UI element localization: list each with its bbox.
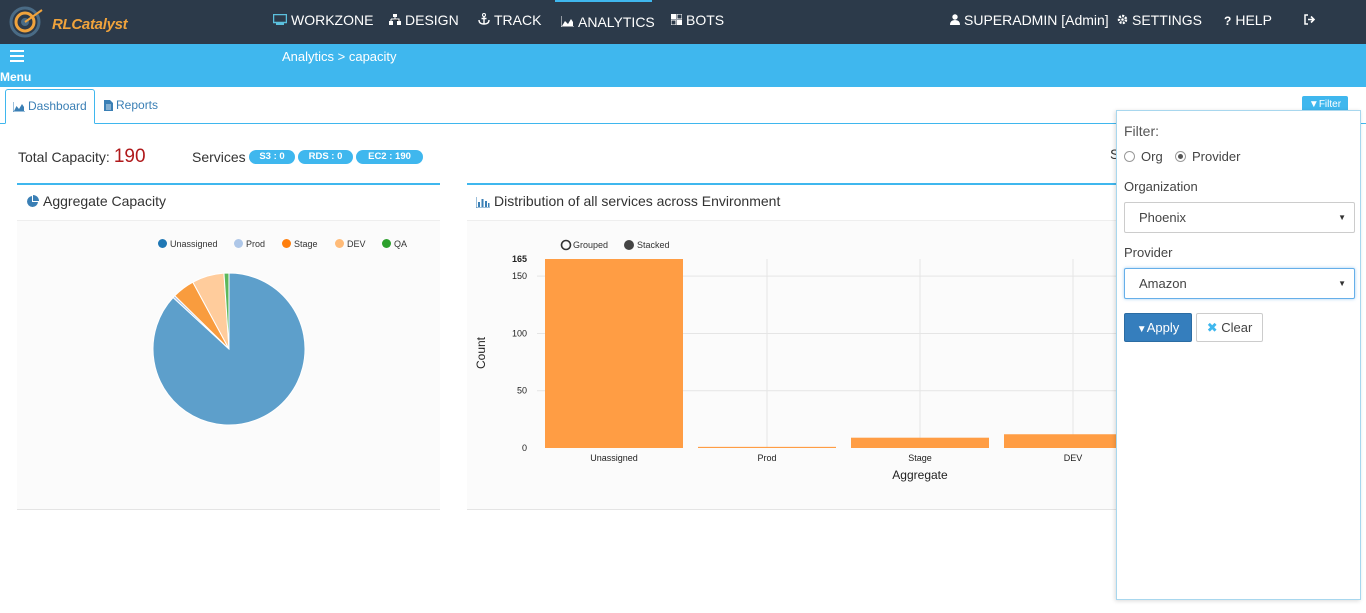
- radio-provider[interactable]: Provider: [1175, 149, 1240, 164]
- caret-down-icon: ▼: [1338, 279, 1346, 288]
- sub-header: Menu Analytics > capacity: [0, 44, 1366, 87]
- user-menu[interactable]: SUPERADMIN [Admin]: [950, 0, 1109, 44]
- distribution-panel: Distribution of all services across Envi…: [467, 183, 1117, 510]
- grid-icon: [671, 14, 682, 25]
- aggregate-title: Aggregate Capacity: [43, 193, 166, 209]
- gear-icon: [1117, 14, 1128, 25]
- bar-unassigned[interactable]: [545, 259, 683, 448]
- area-chart-icon: [12, 102, 25, 113]
- breadcrumb: Analytics > capacity: [282, 49, 397, 64]
- brand-logo[interactable]: RLCatalyst: [8, 5, 128, 39]
- radio-circle[interactable]: [1124, 151, 1135, 162]
- nav-design[interactable]: DESIGN: [389, 0, 459, 44]
- total-capacity-label: Total Capacity:: [18, 149, 110, 165]
- apply-button[interactable]: ▼Apply: [1124, 313, 1192, 342]
- nav-workzone[interactable]: WORKZONE: [273, 0, 373, 44]
- mode-label-stacked: Stacked: [637, 240, 670, 250]
- x-tick-label: DEV: [1064, 453, 1083, 463]
- distribution-title: Distribution of all services across Envi…: [494, 193, 781, 209]
- filter-title: Filter:: [1124, 123, 1159, 139]
- filter-icon: ▼: [1308, 99, 1319, 110]
- radio-grouped[interactable]: [560, 239, 572, 251]
- nav-track[interactable]: TRACK: [478, 0, 541, 44]
- top-navbar: RLCatalyst WORKZONE DESIGN TRACK ANALYTI…: [0, 0, 1366, 44]
- x-tick-label: Unassigned: [590, 453, 638, 463]
- anchor-icon: [478, 13, 490, 25]
- area-chart-icon: [561, 16, 574, 27]
- y-tick-label: 165: [512, 254, 527, 264]
- monitor-icon: [273, 14, 287, 25]
- y-axis-label: Count: [474, 336, 488, 369]
- tab-reports[interactable]: Reports: [97, 89, 165, 124]
- radio-org[interactable]: Org: [1124, 149, 1163, 164]
- provider-label: Provider: [1124, 245, 1173, 260]
- organization-select[interactable]: Phoenix ▼: [1124, 202, 1355, 233]
- file-icon: [104, 100, 113, 111]
- bar-prod[interactable]: [698, 446, 836, 448]
- nav-bots[interactable]: BOTS: [671, 0, 724, 44]
- sign-out-icon: [1304, 14, 1316, 25]
- x-axis-label: Aggregate: [892, 468, 948, 482]
- panel-header: Distribution of all services across Envi…: [467, 185, 1117, 221]
- filter-icon: ▼: [1136, 324, 1147, 335]
- x-tick-label: Stage: [908, 453, 932, 463]
- services-label: Services: [192, 149, 246, 165]
- organization-label: Organization: [1124, 179, 1198, 194]
- y-tick-label: 100: [512, 328, 527, 338]
- pie-chart-icon: [27, 195, 39, 207]
- badge-rds: RDS : 0: [298, 150, 353, 164]
- aggregate-capacity-panel: Aggregate Capacity Unassigned Prod Stage DE…: [17, 183, 440, 510]
- filter-panel: Filter: Org Provider Organization Phoeni…: [1116, 110, 1361, 600]
- bar-chart-icon: [475, 197, 490, 209]
- close-icon: ✖: [1206, 320, 1218, 335]
- pie-chart: [152, 272, 306, 426]
- bar-dev[interactable]: [1004, 434, 1117, 448]
- provider-select[interactable]: Amazon ▼: [1124, 268, 1355, 299]
- bar-chart: Grouped Stacked 0 50 100 150 165 Unassigned Prod…: [474, 239, 1117, 482]
- sitemap-icon: [389, 14, 401, 25]
- hamburger-icon[interactable]: [10, 50, 24, 62]
- badge-ec2: EC2 : 190: [356, 150, 423, 164]
- caret-down-icon: ▼: [1338, 213, 1346, 222]
- brand-name: RLCatalyst: [52, 16, 128, 33]
- help-menu[interactable]: ? HELP: [1224, 0, 1272, 44]
- y-tick-label: 0: [522, 443, 527, 453]
- logo-icon: [9, 6, 43, 38]
- question-icon: ?: [1224, 14, 1232, 28]
- radio-stacked[interactable]: [624, 240, 634, 250]
- mode-label-grouped: Grouped: [573, 240, 608, 250]
- radio-circle[interactable]: [1175, 151, 1186, 162]
- y-tick-label: 50: [517, 386, 527, 396]
- y-tick-label: 150: [512, 271, 527, 281]
- panel-header: Aggregate Capacity: [17, 185, 440, 221]
- logout-button[interactable]: [1304, 0, 1316, 44]
- total-capacity-value: 190: [113, 146, 146, 167]
- nav-analytics[interactable]: ANALYTICS: [555, 0, 655, 44]
- settings-menu[interactable]: SETTINGS: [1117, 0, 1202, 44]
- bar-stage[interactable]: [851, 437, 989, 448]
- clear-button[interactable]: ✖ Clear: [1196, 313, 1263, 342]
- badge-s3: S3 : 0: [249, 150, 295, 164]
- total-capacity: Total Capacity: 190: [18, 146, 146, 168]
- user-icon: [950, 14, 960, 25]
- bar-mode-toggle[interactable]: Grouped Stacked: [560, 239, 670, 251]
- menu-label[interactable]: Menu: [0, 70, 31, 84]
- x-tick-label: Prod: [757, 453, 776, 463]
- tab-dashboard[interactable]: Dashboard: [5, 89, 95, 124]
